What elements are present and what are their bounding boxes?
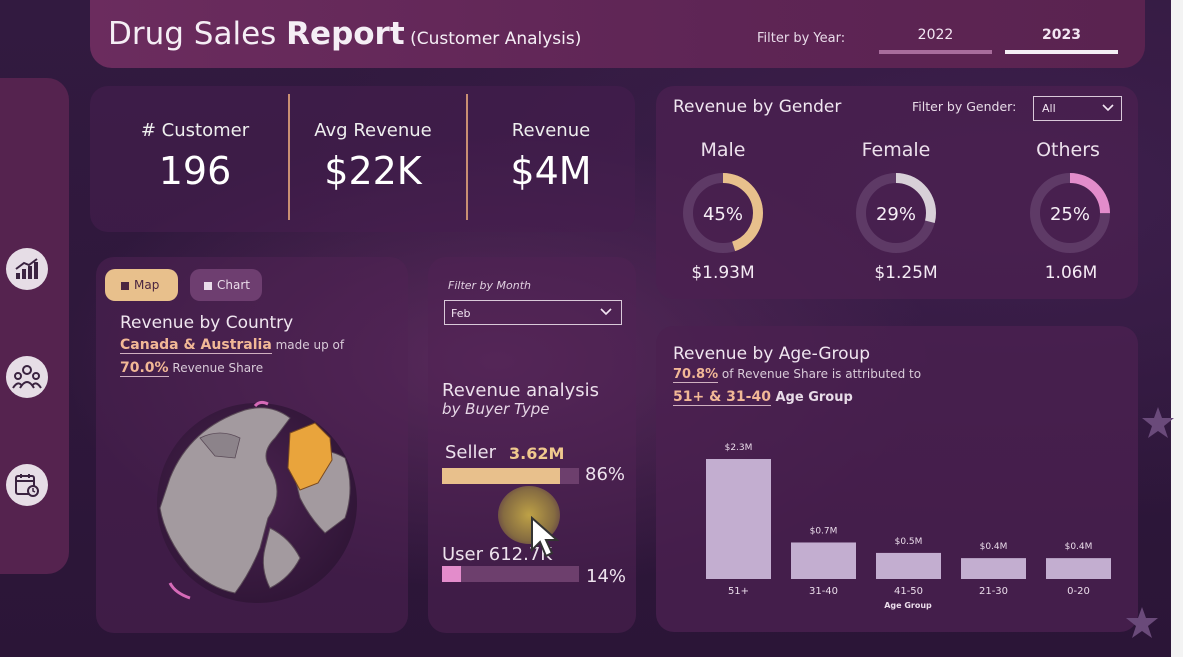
chevron-down-icon (1101, 100, 1115, 117)
insight-text: Age Group (770, 390, 853, 405)
kpi-label: # Customer (140, 120, 250, 141)
month-filter-dropdown[interactable]: Feb (444, 300, 622, 325)
country-insight-line1: Canada & Australia made up of (120, 337, 345, 354)
square-icon (121, 281, 129, 290)
chart-toggle-button[interactable]: Chart (190, 269, 262, 301)
donut-pct-label: 45% (703, 204, 743, 225)
title-bold: Report (286, 16, 405, 52)
x-tick-label: 21-30 (979, 586, 1008, 597)
highlight-countries: Canada & Australia (120, 337, 272, 354)
gender-name-female: Female (861, 139, 931, 161)
user-pct: 14% (586, 566, 627, 587)
gender-filter-label: Filter by Gender: (912, 99, 1017, 114)
year-button-2023[interactable]: 2023 (1005, 22, 1118, 54)
age-insight-line2: 51+ & 31-40 Age Group (673, 389, 853, 406)
age-bar (791, 542, 856, 579)
seller-value: 3.62M (509, 444, 565, 463)
buyer-title: Revenue analysis (442, 380, 599, 401)
bar-data-label: $0.4M (980, 542, 1008, 552)
title-subtitle: (Customer Analysis) (404, 29, 582, 49)
gender-revenue-female: $1.25M (874, 263, 938, 283)
customers-group-icon[interactable] (6, 356, 48, 398)
chart-toggle-label: Chart (217, 278, 250, 292)
title-light: Drug Sales (108, 16, 287, 52)
buyer-subtitle: by Buyer Type (442, 400, 550, 418)
x-tick-label: 31-40 (809, 586, 838, 597)
age-bar (706, 459, 771, 579)
age-bar-chart: $2.3M 51+ $0.7M 31-40 $0.5M 41-50 $0.4M 21-30 $0… (706, 443, 1111, 610)
gender-revenue-male: $1.93M (691, 263, 755, 283)
age-title: Revenue by Age-Group (673, 344, 871, 364)
kpi-value: $22K (324, 149, 422, 193)
calendar-clock-icon[interactable] (6, 464, 48, 506)
kpi-revenue: Revenue $4M (461, 120, 641, 193)
donut-male: 45% (683, 173, 763, 253)
insight-text: of Revenue Share is attributed to (718, 367, 922, 381)
seller-pct: 86% (585, 464, 626, 485)
growth-chart-icon[interactable] (6, 248, 48, 290)
highlight-share: 70.0% (120, 360, 169, 377)
gender-filter-value: All (1042, 102, 1056, 115)
kpi-label: Avg Revenue (314, 120, 432, 141)
highlight-share: 70.8% (673, 367, 719, 383)
gender-filter-dropdown[interactable]: All (1033, 96, 1122, 121)
country-insight-line2: 70.0% Revenue Share (120, 360, 264, 377)
user-bar (442, 566, 462, 582)
bar-data-label: $2.3M (725, 443, 753, 453)
month-filter-value: Feb (451, 307, 471, 320)
age-bar (876, 552, 941, 579)
star-icon (1126, 607, 1158, 638)
bar-data-label: $0.5M (895, 537, 923, 547)
gender-title: Revenue by Gender (673, 97, 842, 117)
globe-map[interactable] (150, 398, 365, 608)
donut-female: 29% (856, 173, 936, 253)
insight-text: made up of (271, 338, 345, 352)
gender-revenue-others: 1.06M (1044, 263, 1098, 283)
x-tick-label: 51+ (728, 586, 749, 597)
kpi-value: 196 (158, 149, 232, 193)
kpi-value: $4M (510, 149, 592, 193)
star-icon (1142, 407, 1174, 438)
user-bar-track (442, 566, 579, 582)
window-edge (1171, 0, 1183, 657)
bar-data-label: $0.4M (1065, 542, 1093, 552)
year-filter-label: Filter by Year: (757, 31, 846, 46)
kpi-label: Revenue (511, 120, 591, 141)
map-toggle-label: Map (134, 278, 160, 292)
kpi-avg-revenue: Avg Revenue $22K (283, 120, 463, 193)
country-title: Revenue by Country (120, 313, 294, 333)
seller-bar (442, 468, 560, 484)
chevron-down-icon (599, 304, 613, 321)
x-axis-label: Age Group (884, 601, 932, 610)
kpi-customers: # Customer 196 (105, 120, 285, 193)
donut-pct-label: 25% (1050, 204, 1090, 225)
donut-others: 25% (1030, 173, 1110, 253)
mouse-pointer-icon (531, 516, 560, 558)
seller-label: Seller (445, 442, 496, 463)
month-filter-label: Filter by Month (448, 279, 532, 292)
insight-text: Revenue Share (168, 361, 264, 375)
gender-name-male: Male (700, 139, 746, 161)
gender-name-others: Others (1036, 139, 1100, 161)
user-name: User (442, 544, 484, 565)
x-tick-label: 0-20 (1067, 586, 1090, 597)
year-button-2022[interactable]: 2022 (879, 22, 992, 54)
age-insight-line1: 70.8% of Revenue Share is attributed to (673, 367, 922, 383)
age-bar (1046, 558, 1111, 579)
highlight-groups: 51+ & 31-40 (673, 389, 771, 406)
page-title: Drug Sales Report (Customer Analysis) (108, 16, 581, 52)
sidebar (0, 78, 69, 574)
age-bar (961, 558, 1026, 579)
x-tick-label: 41-50 (894, 586, 923, 597)
square-icon (204, 281, 212, 290)
map-toggle-button[interactable]: Map (105, 269, 178, 301)
donut-pct-label: 29% (876, 204, 916, 225)
bar-data-label: $0.7M (810, 526, 838, 536)
